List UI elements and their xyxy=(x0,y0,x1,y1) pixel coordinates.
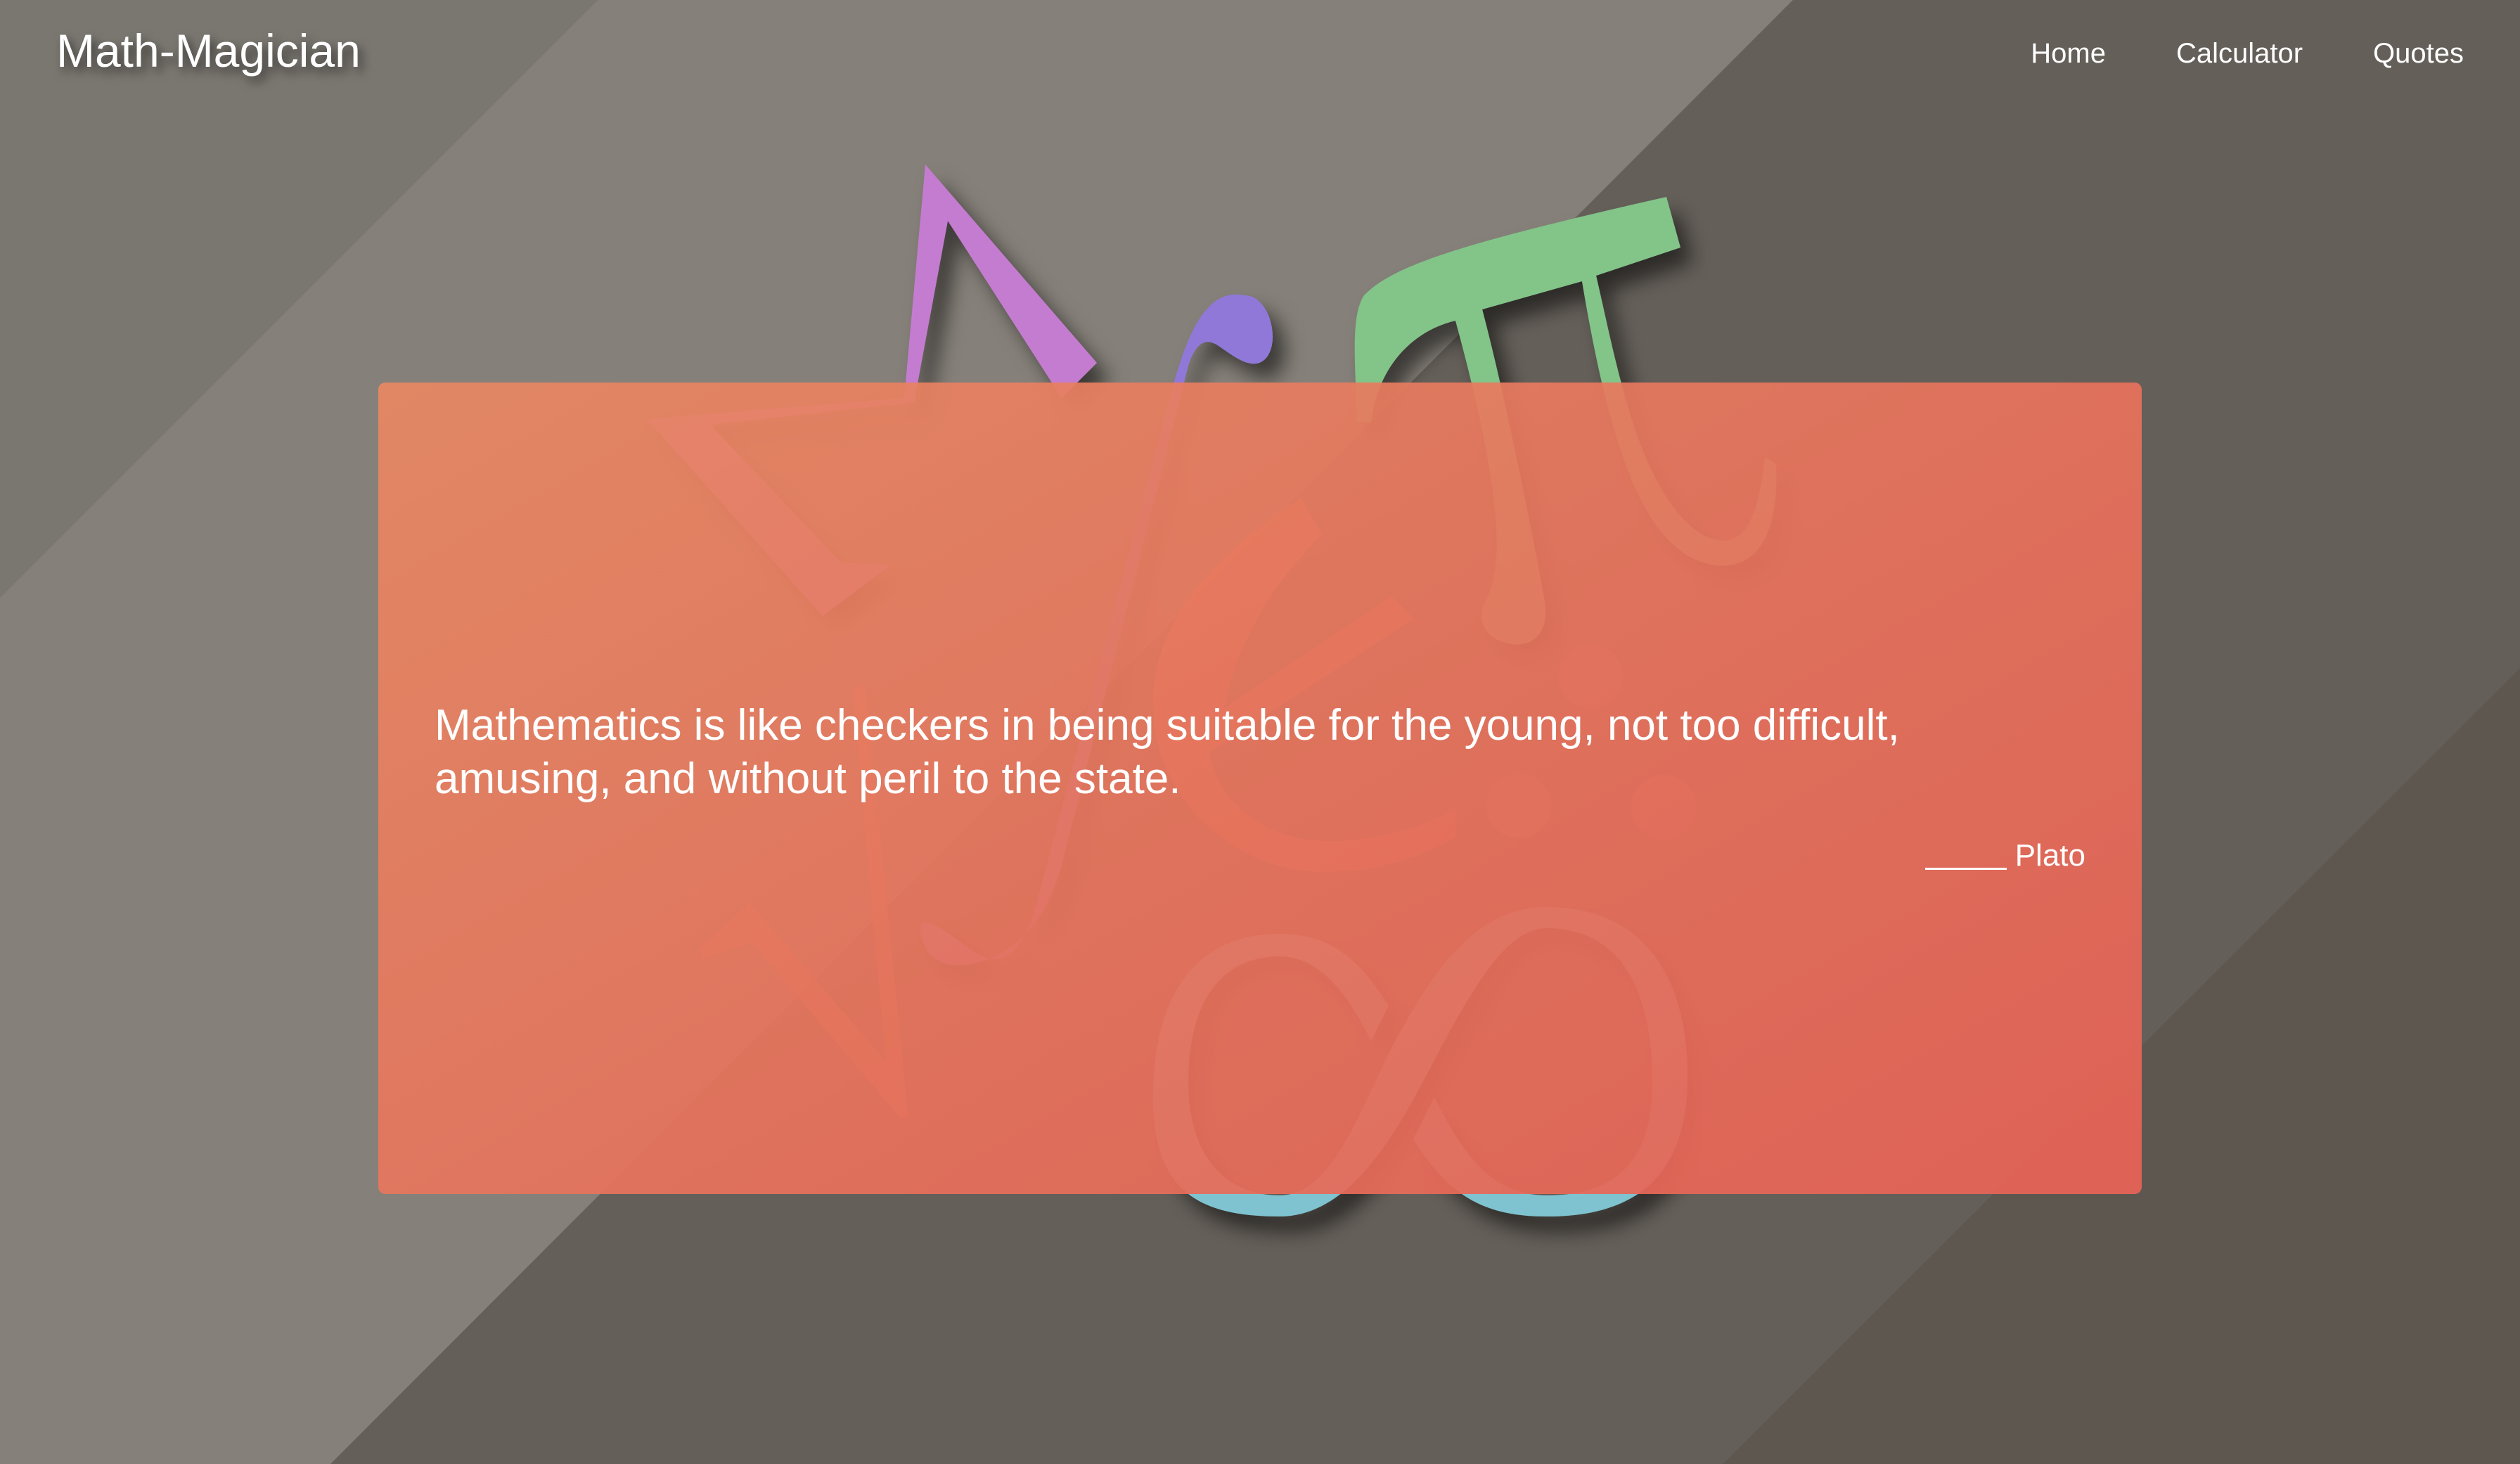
quote-author: Plato xyxy=(1924,838,2085,873)
quote-card: Mathematics is like checkers in being su… xyxy=(378,383,2142,1194)
top-navbar: Math-Magician Home Calculator Quotes xyxy=(0,0,2520,113)
author-dash xyxy=(1924,868,2007,870)
author-name: Plato xyxy=(2014,838,2085,873)
nav-link-quotes[interactable]: Quotes xyxy=(2373,38,2464,70)
quote-text: Mathematics is like checkers in being su… xyxy=(435,701,1900,803)
nav-link-home[interactable]: Home xyxy=(2031,38,2106,70)
nav-menu: Home Calculator Quotes xyxy=(2031,38,2464,70)
nav-link-calculator[interactable]: Calculator xyxy=(2176,38,2303,70)
brand-logo[interactable]: Math-Magician xyxy=(56,24,361,77)
